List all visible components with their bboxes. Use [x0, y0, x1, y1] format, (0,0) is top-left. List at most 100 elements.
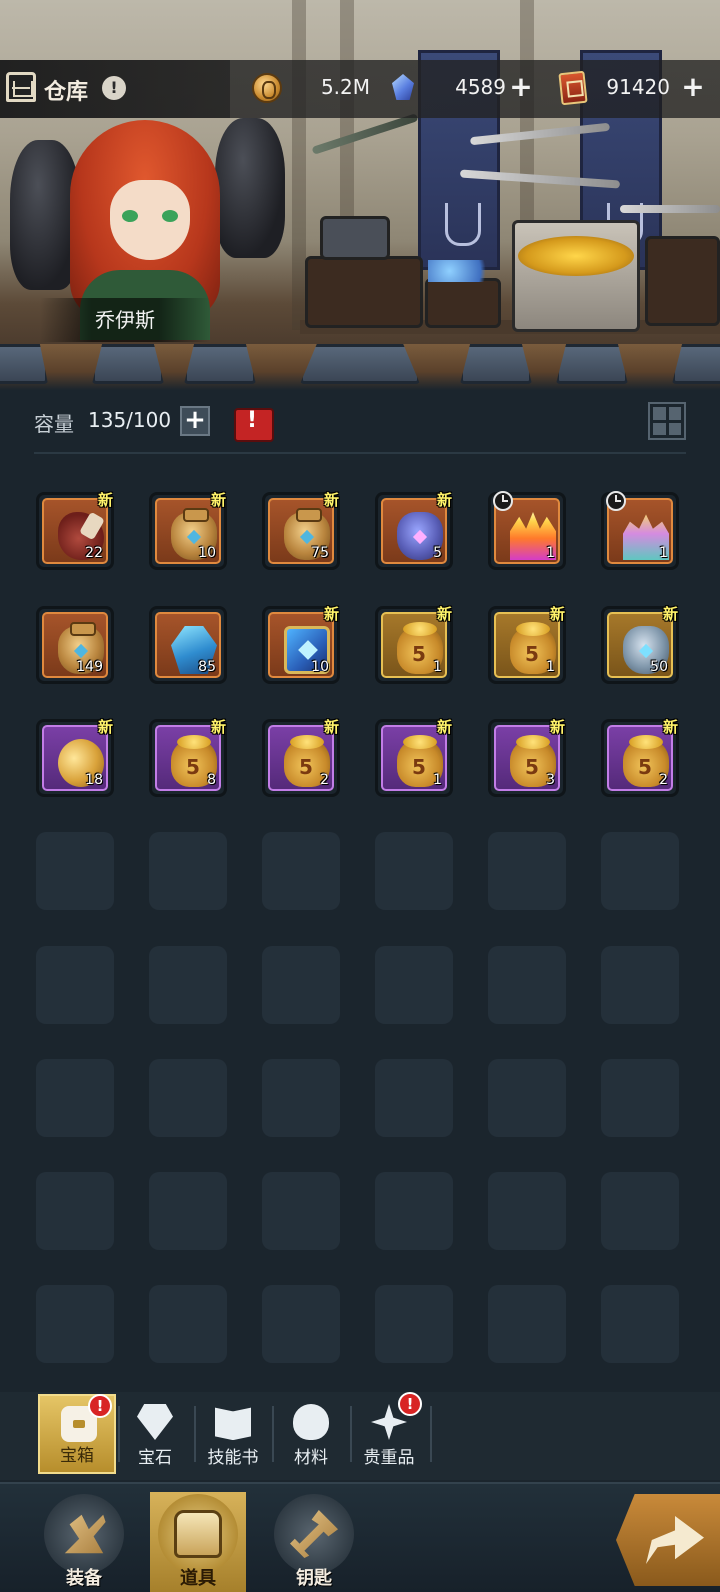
inventory-item[interactable]: 1新: [488, 605, 566, 684]
add-tickets-button[interactable]: +: [680, 73, 706, 101]
empty-slot[interactable]: [262, 832, 340, 910]
tab-chest[interactable]: 宝箱 !: [38, 1394, 116, 1474]
tab-material[interactable]: 材料: [272, 1394, 350, 1474]
tab-valuables[interactable]: 贵重品 !: [350, 1392, 428, 1474]
inventory-item[interactable]: 10 新: [149, 491, 227, 570]
inventory-item[interactable]: 1新: [375, 605, 453, 684]
chest-decor: [645, 236, 720, 326]
warning-glyph: !: [246, 408, 258, 433]
item-quantity: 75: [311, 545, 329, 561]
empty-slot[interactable]: [375, 946, 453, 1024]
empty-slot[interactable]: [36, 1059, 114, 1137]
inventory-item[interactable]: 22 新: [36, 491, 114, 570]
nav-label: 装备: [66, 1568, 102, 1589]
inventory-item[interactable]: 2新: [601, 718, 679, 797]
ledge-block: [300, 344, 420, 384]
inventory-item[interactable]: 75 新: [262, 491, 340, 570]
empty-slot[interactable]: [36, 946, 114, 1024]
divider: [34, 452, 686, 454]
item-quantity: 22: [85, 545, 103, 561]
grid-view-toggle[interactable]: [648, 402, 686, 440]
empty-slot[interactable]: [149, 1172, 227, 1250]
inventory-item[interactable]: 1: [601, 491, 679, 570]
new-badge: 新: [662, 605, 678, 623]
empty-slot[interactable]: [488, 832, 566, 910]
empty-slot[interactable]: [488, 1172, 566, 1250]
empty-slot[interactable]: [375, 1059, 453, 1137]
empty-slot[interactable]: [601, 1059, 679, 1137]
item-quantity: 8: [207, 772, 216, 788]
inventory-item[interactable]: 1: [488, 491, 566, 570]
inventory-item[interactable]: 8新: [149, 718, 227, 797]
empty-slot[interactable]: [488, 946, 566, 1024]
inventory-item[interactable]: 149: [36, 606, 114, 684]
inventory-item[interactable]: 5新: [375, 491, 453, 570]
empty-slot[interactable]: [149, 946, 227, 1024]
empty-slot[interactable]: [36, 1172, 114, 1250]
diamond-icon: [386, 72, 420, 104]
inventory-item[interactable]: 1新: [375, 718, 453, 797]
new-badge: 新: [210, 491, 226, 509]
nav-items[interactable]: 道具: [150, 1492, 246, 1592]
book-icon: [215, 1407, 251, 1440]
item-quantity: 5: [433, 545, 442, 561]
empty-slot[interactable]: [601, 1172, 679, 1250]
ticket-amount: 91420: [606, 75, 670, 99]
empty-slot[interactable]: [488, 1059, 566, 1137]
gold-coin-icon: [252, 73, 282, 103]
inventory-item[interactable]: 2新: [262, 718, 340, 797]
item-quantity: 1: [433, 772, 442, 788]
empty-slot[interactable]: [149, 1059, 227, 1137]
capacity-label: 容量: [34, 412, 74, 436]
tab-gem[interactable]: 宝石: [116, 1394, 194, 1474]
empty-slot[interactable]: [262, 1172, 340, 1250]
empty-slot[interactable]: [375, 1172, 453, 1250]
tab-label: 宝箱: [60, 1446, 94, 1466]
item-quantity: 1: [659, 545, 668, 561]
info-icon[interactable]: !: [102, 76, 126, 100]
empty-slot[interactable]: [601, 1285, 679, 1363]
page-title-area: 仓库 !: [0, 60, 230, 118]
expand-capacity-button[interactable]: +: [180, 406, 210, 436]
empty-slot[interactable]: [375, 832, 453, 910]
inventory-item[interactable]: 85: [149, 606, 227, 684]
new-badge: 新: [210, 718, 226, 736]
nav-equipment[interactable]: 装备: [36, 1492, 132, 1592]
empty-slot[interactable]: [36, 832, 114, 910]
item-quantity: 1: [433, 659, 442, 675]
empty-slot[interactable]: [36, 1285, 114, 1363]
bottom-navigation: 装备 道具 钥匙: [0, 1482, 720, 1592]
empty-slot[interactable]: [149, 1285, 227, 1363]
empty-slot[interactable]: [262, 1285, 340, 1363]
new-badge: 新: [436, 605, 452, 623]
shelf-ledge: [0, 344, 720, 390]
new-badge: 新: [323, 718, 339, 736]
ledge-block: [92, 344, 164, 384]
add-gems-button[interactable]: +: [508, 73, 534, 101]
capacity-warning-icon[interactable]: !: [230, 402, 274, 442]
empty-slot[interactable]: [375, 1285, 453, 1363]
alert-badge: !: [398, 1392, 422, 1416]
empty-slot[interactable]: [262, 1059, 340, 1137]
inventory-item[interactable]: 50 新: [601, 605, 679, 684]
item-quantity: 1: [546, 545, 555, 561]
page-title: 仓库: [44, 80, 89, 105]
back-arrow-button[interactable]: [616, 1494, 720, 1586]
capacity-value: 135/100: [88, 408, 172, 432]
ticket-icon: [558, 70, 588, 106]
empty-slot[interactable]: [601, 832, 679, 910]
item-quantity: 149: [76, 659, 103, 675]
item-quantity: 50: [650, 659, 668, 675]
tab-skill-book[interactable]: 技能书: [194, 1394, 272, 1474]
bow-decor: [311, 113, 419, 155]
nav-keys[interactable]: 钥匙: [266, 1492, 362, 1592]
item-quantity: 2: [659, 772, 668, 788]
empty-slot[interactable]: [601, 946, 679, 1024]
character-face: [110, 180, 190, 260]
empty-slot[interactable]: [262, 946, 340, 1024]
inventory-item[interactable]: 10 新: [262, 605, 340, 684]
empty-slot[interactable]: [488, 1285, 566, 1363]
inventory-item[interactable]: 18 新: [36, 718, 114, 797]
empty-slot[interactable]: [149, 832, 227, 910]
inventory-item[interactable]: 3新: [488, 718, 566, 797]
